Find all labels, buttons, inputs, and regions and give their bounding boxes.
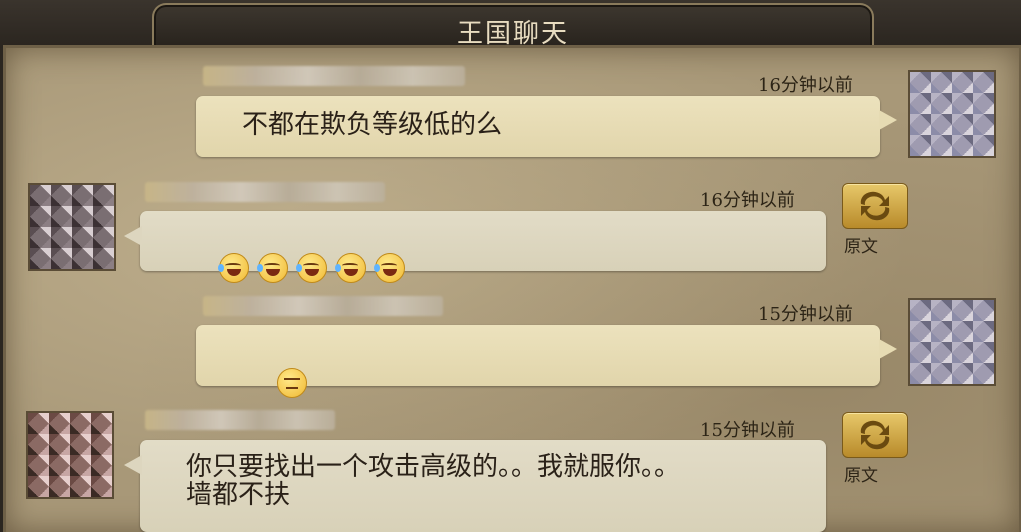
message-time: 16分钟以前 (700, 190, 795, 211)
avatar[interactable] (908, 70, 996, 158)
translate-button[interactable] (842, 412, 908, 458)
original-text-label[interactable]: 原文 (844, 232, 878, 257)
expressionless-emoji (277, 368, 308, 398)
message-time: 16分钟以前 (758, 75, 853, 96)
sender-name-blurred (145, 410, 335, 430)
translate-arrows-icon (860, 191, 890, 221)
laugh-cry-emoji (374, 253, 406, 283)
title-tab: 王国聊天 (152, 3, 874, 49)
sender-name-blurred (145, 182, 385, 202)
avatar[interactable] (908, 298, 996, 386)
message-text: 你只要找出一个攻击高级的。。我就服你。。 墙都不扶 (186, 452, 681, 510)
laugh-cry-emoji (257, 253, 289, 283)
laugh-cry-emoji (296, 253, 328, 283)
bubble-tail (124, 226, 142, 246)
message-text: 不都在欺负等级低的么 (242, 110, 503, 140)
translate-arrows-icon (860, 420, 890, 450)
message-time: 15分钟以前 (758, 304, 853, 325)
message-time: 15分钟以前 (700, 420, 795, 441)
sender-name-blurred (203, 66, 465, 86)
translate-button[interactable] (842, 183, 908, 229)
avatar[interactable] (28, 183, 116, 271)
laugh-cry-emoji (335, 253, 367, 283)
avatar[interactable] (26, 411, 114, 499)
laugh-cry-emoji (218, 253, 250, 283)
bubble-tail (124, 455, 142, 475)
bubble-tail (879, 339, 897, 359)
sender-name-blurred (203, 296, 443, 316)
bubble-tail (879, 110, 897, 130)
original-text-label[interactable]: 原文 (844, 461, 878, 486)
